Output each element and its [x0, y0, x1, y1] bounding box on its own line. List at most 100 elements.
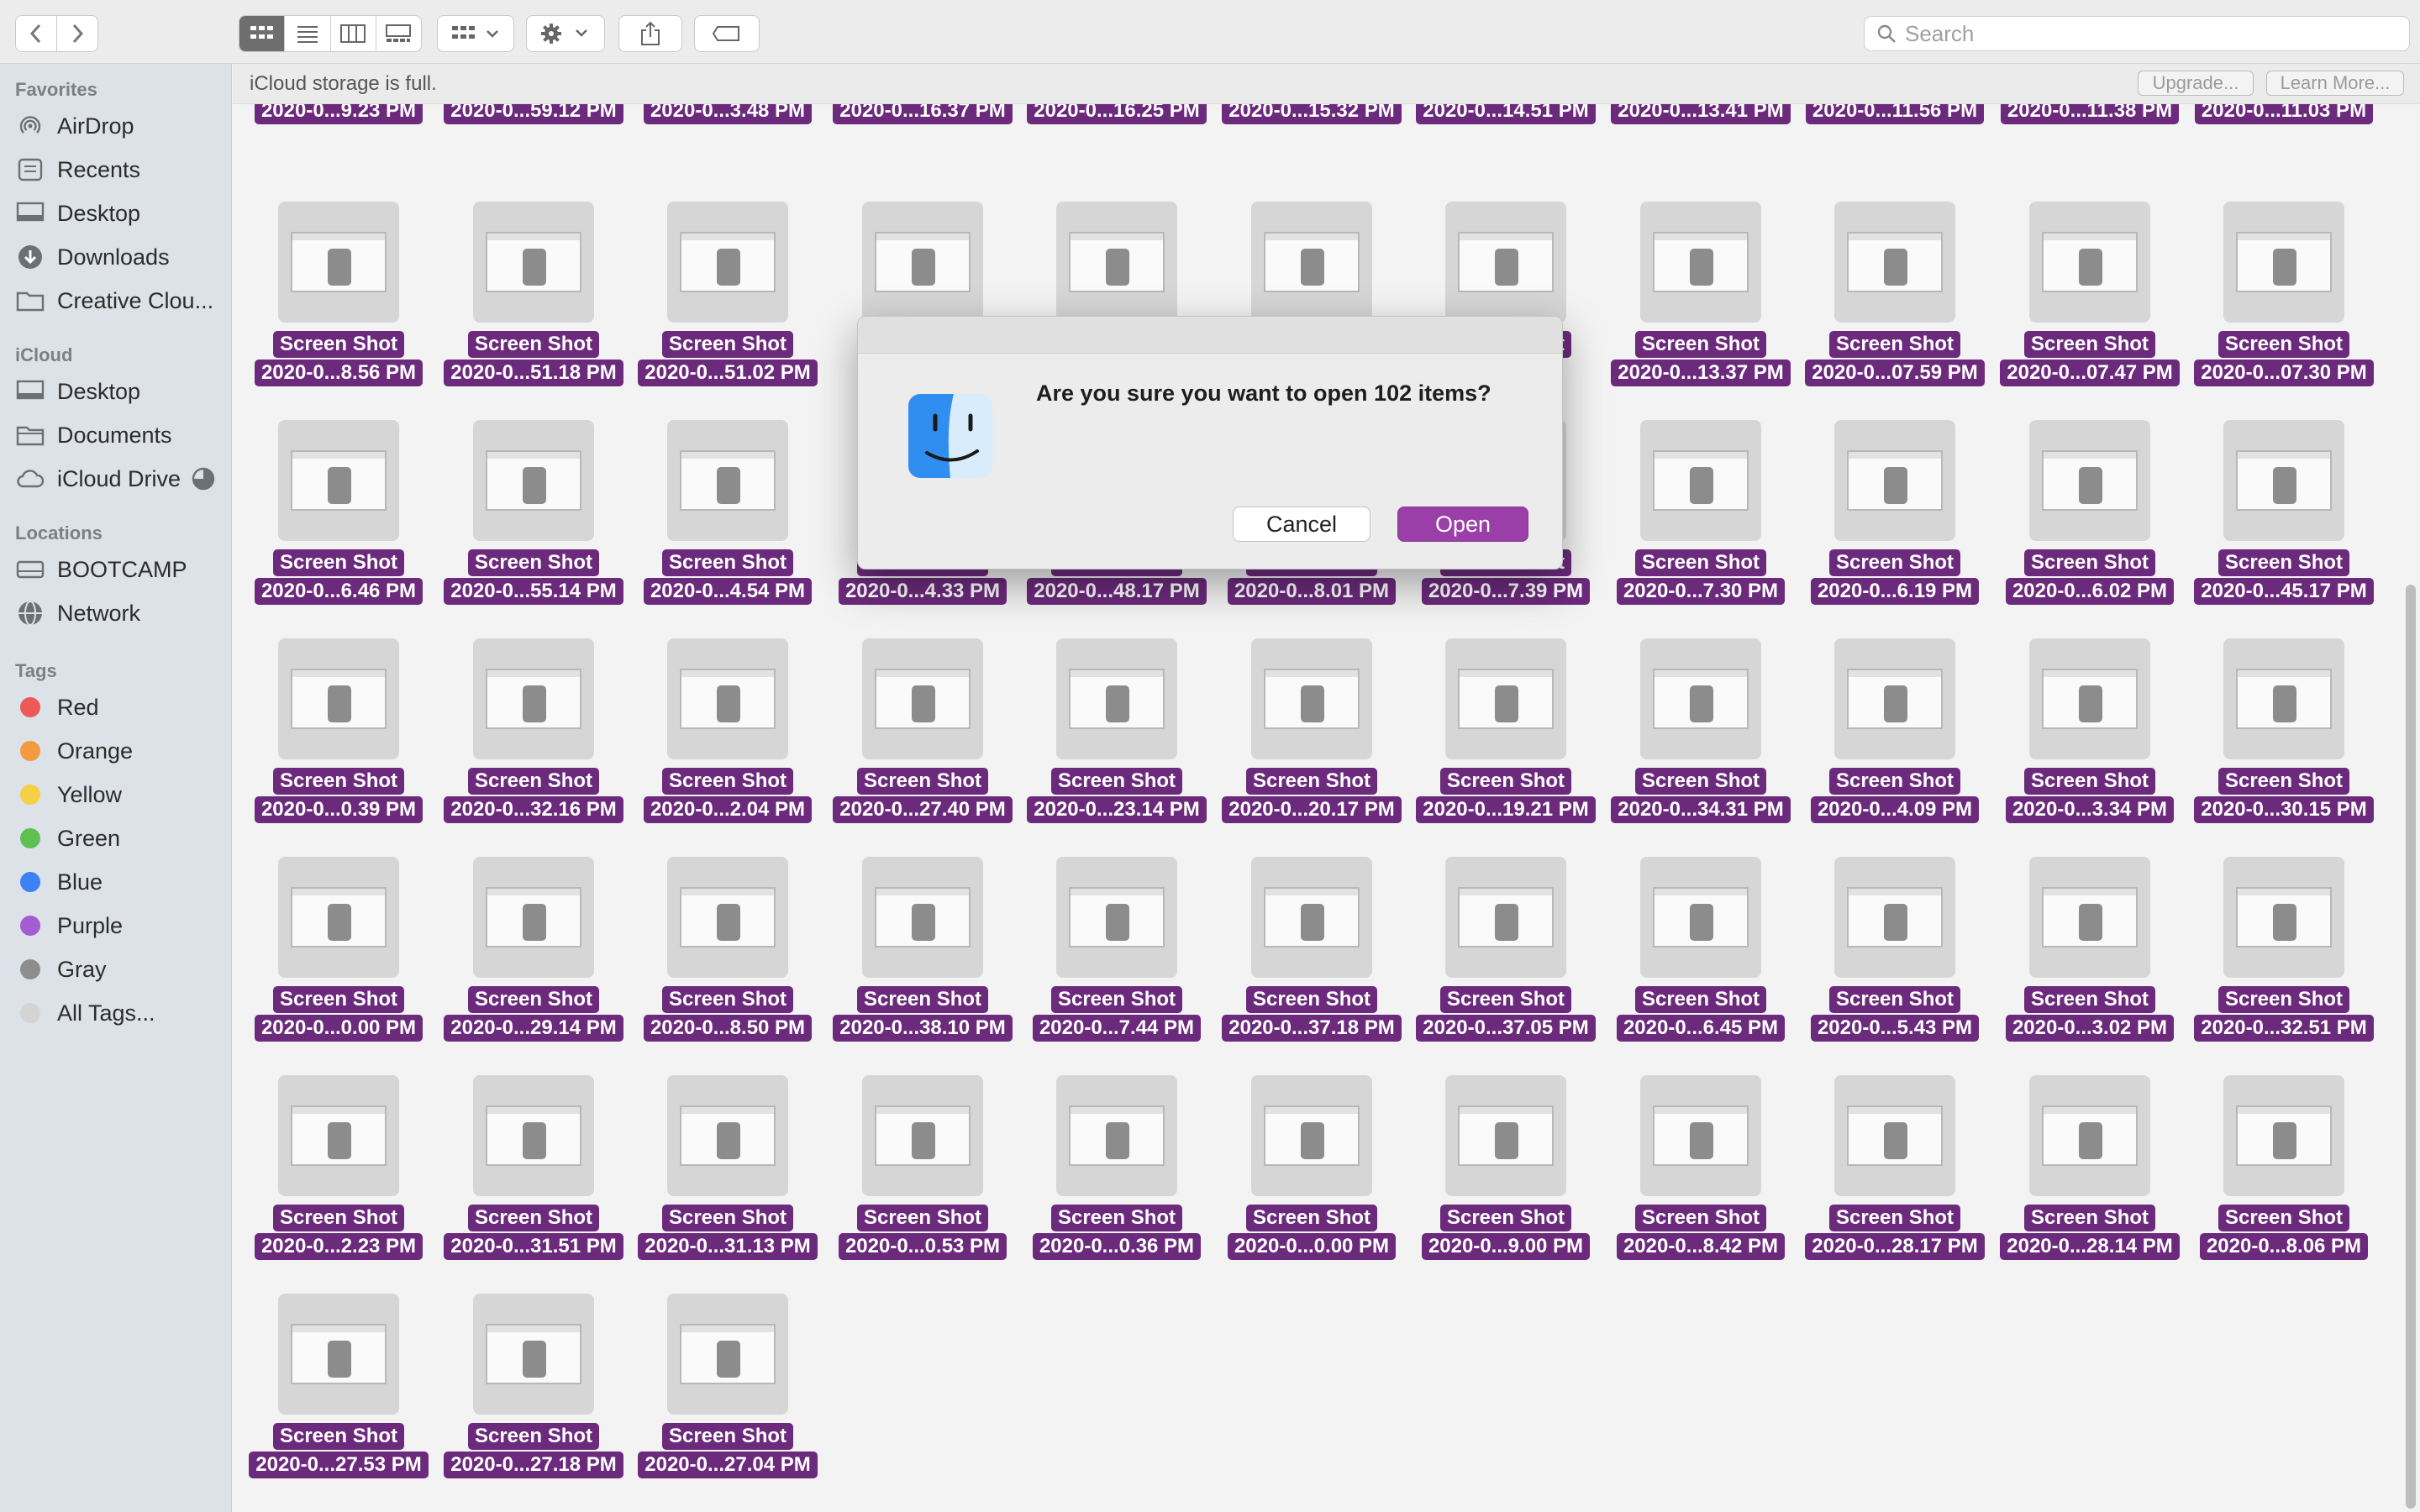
preview-object	[1495, 249, 1518, 286]
vertical-scrollbar[interactable]	[2406, 585, 2416, 1509]
file-item[interactable]: Screen Shot 2020-0...20.17 PM	[1219, 638, 1404, 857]
file-item[interactable]: Screen Shot 2020-0...51.18 PM	[441, 202, 626, 420]
sidebar-tag-item[interactable]: All Tags...	[0, 995, 155, 1032]
file-name-line2: 2020-0...28.14 PM	[2000, 1233, 2180, 1260]
file-thumbnail	[473, 420, 594, 541]
tag-color-dot-icon	[20, 872, 40, 892]
file-item[interactable]: Screen Shot 2020-0...31.51 PM	[441, 1075, 626, 1294]
file-item[interactable]: Screen Shot 2020-0...19.21 PM	[1413, 638, 1598, 857]
file-item[interactable]: Screen Shot 2020-0...7.30 PM	[1608, 420, 1793, 638]
file-item[interactable]: Screen Shot 2020-0...28.17 PM	[1802, 1075, 1987, 1294]
sidebar-item-desktop[interactable]: Desktop	[15, 195, 140, 232]
sidebar-tag-item[interactable]: Blue	[0, 864, 103, 900]
file-item[interactable]: Screen Shot 2020-0...8.42 PM	[1608, 1075, 1793, 1294]
file-item[interactable]: Screen Shot 2020-0...55.14 PM	[441, 420, 626, 638]
view-mode-selector[interactable]	[239, 15, 422, 52]
sidebar-item-creative-cloud[interactable]: Creative Clou...	[15, 282, 213, 319]
file-item[interactable]: Screen Shot 2020-0...38.10 PM	[830, 857, 1015, 1075]
file-item[interactable]: Screen Shot 2020-0...6.46 PM	[246, 420, 431, 638]
sidebar-tag-item[interactable]: Green	[0, 820, 120, 857]
file-item[interactable]: Screen Shot 2020-0...51.02 PM	[635, 202, 820, 420]
file-item[interactable]: Screen Shot 2020-0...07.59 PM	[1802, 202, 1987, 420]
file-item[interactable]: Screen Shot 2020-0...07.30 PM	[2191, 202, 2376, 420]
file-item[interactable]: Screen Shot 2020-0...37.05 PM	[1413, 857, 1598, 1075]
file-item[interactable]: Screen Shot 2020-0...07.47 PM	[1997, 202, 2182, 420]
dialog-titlebar	[858, 317, 1562, 354]
sidebar-tag-item[interactable]: Gray	[0, 951, 107, 988]
file-item[interactable]: Screen Shot 2020-0...0.00 PM	[1219, 1075, 1404, 1294]
file-item[interactable]: Screen Shot 2020-0...27.04 PM	[635, 1294, 820, 1512]
sidebar-item-label: Red	[57, 694, 99, 720]
file-item[interactable]: Screen Shot 2020-0...8.56 PM	[246, 202, 431, 420]
file-item[interactable]: Screen Shot 2020-0...23.14 PM	[1024, 638, 1209, 857]
file-item[interactable]: Screen Shot 2020-0...27.40 PM	[830, 638, 1015, 857]
column-view-button[interactable]	[331, 16, 376, 51]
file-item[interactable]: Screen Shot 2020-0...3.34 PM	[1997, 638, 2182, 857]
file-item[interactable]: Screen Shot 2020-0...6.19 PM	[1802, 420, 1987, 638]
search-field[interactable]: Search	[1864, 16, 2410, 51]
sidebar-item-downloads[interactable]: Downloads	[15, 239, 170, 276]
file-name-line2: 2020-0...8.56 PM	[254, 360, 424, 386]
file-item[interactable]: Screen Shot 2020-0...37.18 PM	[1219, 857, 1404, 1075]
preview-object	[1884, 249, 1907, 286]
share-button[interactable]	[618, 15, 682, 52]
file-item[interactable]: Screen Shot 2020-0...27.18 PM	[441, 1294, 626, 1512]
file-name-line1: Screen Shot	[661, 331, 794, 358]
action-button[interactable]	[526, 15, 605, 52]
screenshot-preview	[2042, 232, 2138, 292]
file-item[interactable]: Screen Shot 2020-0...3.02 PM	[1997, 857, 2182, 1075]
file-item[interactable]: Screen Shot 2020-0...5.43 PM	[1802, 857, 1987, 1075]
file-item[interactable]: Screen Shot 2020-0...28.14 PM	[1997, 1075, 2182, 1294]
icon-view-button[interactable]	[239, 16, 286, 51]
file-name-line2: 2020-0...13.37 PM	[1611, 360, 1791, 386]
sidebar-item-network[interactable]: Network	[15, 595, 140, 632]
file-item[interactable]: Screen Shot 2020-0...8.50 PM	[635, 857, 820, 1075]
file-item[interactable]: Screen Shot 2020-0...4.09 PM	[1802, 638, 1987, 857]
file-item[interactable]: Screen Shot 2020-0...32.51 PM	[2191, 857, 2376, 1075]
sidebar-tag-item[interactable]: Orange	[0, 732, 133, 769]
sidebar-tag-item[interactable]: Purple	[0, 907, 123, 944]
file-item[interactable]: Screen Shot 2020-0...6.02 PM	[1997, 420, 2182, 638]
tag-button[interactable]	[694, 15, 760, 52]
gallery-view-button[interactable]	[376, 16, 421, 51]
file-item[interactable]: Screen Shot 2020-0...34.31 PM	[1608, 638, 1793, 857]
file-item[interactable]: Screen Shot 2020-0...30.15 PM	[2191, 638, 2376, 857]
sidebar-item-airdrop[interactable]: AirDrop	[15, 108, 134, 144]
sidebar-tag-item[interactable]: Red	[0, 689, 99, 726]
sidebar-item-recents[interactable]: Recents	[15, 151, 140, 188]
open-button[interactable]: Open	[1397, 507, 1528, 542]
file-item[interactable]: Screen Shot 2020-0...29.14 PM	[441, 857, 626, 1075]
sidebar-item-documents[interactable]: Documents	[15, 417, 172, 454]
file-item[interactable]: Screen Shot 2020-0...0.53 PM	[830, 1075, 1015, 1294]
file-item[interactable]: Screen Shot 2020-0...6.45 PM	[1608, 857, 1793, 1075]
file-item[interactable]: Screen Shot 2020-0...13.37 PM	[1608, 202, 1793, 420]
file-item[interactable]: Screen Shot 2020-0...0.39 PM	[246, 638, 431, 857]
sidebar-item-icloud-drive[interactable]: iCloud Drive	[15, 460, 216, 497]
cancel-button[interactable]: Cancel	[1233, 507, 1370, 542]
file-item[interactable]: Screen Shot 2020-0...8.06 PM	[2191, 1075, 2376, 1294]
learn-more-button[interactable]: Learn More...	[2266, 71, 2404, 96]
file-item[interactable]: Screen Shot 2020-0...45.17 PM	[2191, 420, 2376, 638]
forward-button[interactable]	[56, 15, 98, 52]
sidebar-item-icloud-desktop[interactable]: Desktop	[15, 373, 140, 410]
sidebar-tag-item[interactable]: Yellow	[0, 776, 122, 813]
file-item[interactable]: Screen Shot 2020-0...0.36 PM	[1024, 1075, 1209, 1294]
sidebar-item-label: Desktop	[57, 378, 141, 404]
upgrade-button[interactable]: Upgrade...	[2138, 71, 2254, 96]
file-name-label: Screen Shot 2020-0...8.56 PM	[246, 331, 431, 388]
group-button[interactable]	[437, 15, 514, 52]
file-item[interactable]: Screen Shot 2020-0...2.23 PM	[246, 1075, 431, 1294]
file-item[interactable]: Screen Shot 2020-0...2.04 PM	[635, 638, 820, 857]
sidebar-item-bootcamp[interactable]: BOOTCAMP	[15, 551, 187, 588]
file-item[interactable]: Screen Shot 2020-0...0.00 PM	[246, 857, 431, 1075]
file-thumbnail	[473, 1075, 594, 1196]
back-button[interactable]	[15, 15, 57, 52]
file-item[interactable]: Screen Shot 2020-0...27.53 PM	[246, 1294, 431, 1512]
list-view-button[interactable]	[285, 16, 331, 51]
file-item[interactable]: Screen Shot 2020-0...9.00 PM	[1413, 1075, 1598, 1294]
file-item[interactable]: Screen Shot 2020-0...32.16 PM	[441, 638, 626, 857]
file-item[interactable]: Screen Shot 2020-0...4.54 PM	[635, 420, 820, 638]
file-item[interactable]: Screen Shot 2020-0...7.44 PM	[1024, 857, 1209, 1075]
file-item[interactable]: Screen Shot 2020-0...31.13 PM	[635, 1075, 820, 1294]
file-thumbnail	[2029, 420, 2150, 541]
